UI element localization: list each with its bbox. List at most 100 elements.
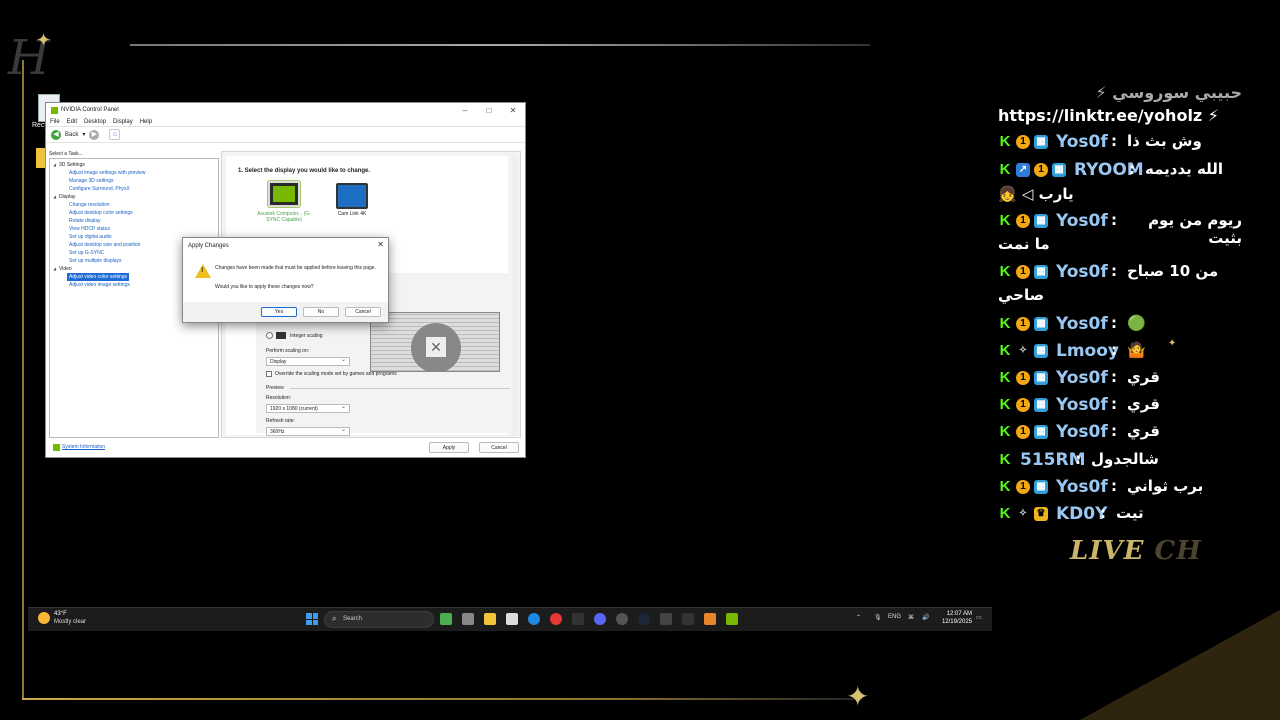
- k-badge-icon: K: [998, 315, 1012, 332]
- notification-icon[interactable]: ▭: [976, 614, 982, 621]
- apply-button[interactable]: Apply: [429, 442, 469, 453]
- chat-link-line: https://linktr.ee/yoholz ⚡: [998, 106, 1220, 125]
- sub-badge-icon: ▦: [1034, 265, 1048, 279]
- store-icon[interactable]: [506, 613, 518, 625]
- chat-username[interactable]: Yos0f: [1056, 211, 1108, 231]
- steam-icon[interactable]: [638, 613, 650, 625]
- refresh-rate-select[interactable]: 360Hz: [266, 426, 350, 436]
- system-information-link[interactable]: System Information: [62, 444, 105, 450]
- tree-item[interactable]: Change resolution: [53, 201, 215, 209]
- back-arrow-icon[interactable]: ◀: [51, 129, 61, 140]
- menu-desktop[interactable]: Desktop: [84, 119, 106, 125]
- chat-username[interactable]: Yos0f: [1056, 368, 1108, 388]
- monitor-icon[interactable]: [336, 183, 368, 209]
- chat-username[interactable]: Lmooy: [1056, 341, 1119, 361]
- one-badge-icon: 1: [1016, 398, 1030, 412]
- chevron-down-icon[interactable]: ▾: [82, 131, 85, 138]
- yes-button[interactable]: Yes: [261, 307, 297, 317]
- chat-text: ما نمت: [998, 235, 1050, 253]
- tree-item-selected[interactable]: Adjust video color settings: [67, 273, 130, 281]
- resolution-select[interactable]: 1920 x 1080 (current): [266, 403, 350, 413]
- override-checkbox[interactable]: [266, 371, 272, 377]
- star-icon: ✦: [36, 30, 52, 51]
- refresh-rate-label: Refresh rate:: [266, 418, 295, 424]
- tree-item[interactable]: Manage 3D settings: [53, 177, 215, 185]
- star-icon: ✦: [846, 680, 870, 713]
- integer-scaling-icon: [276, 332, 286, 339]
- volume-icon[interactable]: 🔊: [922, 614, 929, 621]
- monitor-icon[interactable]: [268, 181, 300, 207]
- tree-item[interactable]: Configure Surround, PhysX: [53, 185, 215, 193]
- tree-category-3d[interactable]: 3D Settings: [53, 161, 215, 169]
- settings-icon[interactable]: [616, 613, 628, 625]
- tree-item[interactable]: Adjust desktop color settings: [53, 209, 215, 217]
- discord-icon[interactable]: [594, 613, 606, 625]
- no-button[interactable]: No: [303, 307, 339, 317]
- chat-username[interactable]: Yos0f: [1056, 477, 1108, 497]
- tree-item[interactable]: Adjust image settings with preview: [53, 169, 215, 177]
- chevron-up-icon[interactable]: ⌃: [856, 614, 861, 621]
- app-icon[interactable]: [682, 613, 694, 625]
- gold-corner-decoration: [1080, 610, 1280, 720]
- back-button[interactable]: Back: [65, 132, 78, 138]
- chat-username[interactable]: Yos0f: [1056, 422, 1108, 442]
- one-badge-icon: 1: [1016, 425, 1030, 439]
- one-badge-icon: 1: [1016, 371, 1030, 385]
- forward-arrow-icon[interactable]: ▶: [89, 129, 100, 140]
- minimize-button[interactable]: –: [453, 106, 477, 115]
- tree-item[interactable]: Rotate display: [53, 217, 215, 225]
- epic-games-icon[interactable]: [572, 613, 584, 625]
- chat-username[interactable]: Yos0f: [1056, 395, 1108, 415]
- close-button[interactable]: ✕: [501, 106, 525, 115]
- chat-username[interactable]: Yos0f: [1056, 132, 1108, 152]
- clock-date[interactable]: 12/19/2025: [934, 619, 972, 625]
- home-icon[interactable]: ⌂: [109, 129, 121, 140]
- chat-message: K ✧ ▦ Lmooy : 🤷: [998, 341, 1242, 363]
- one-badge-icon: 1: [1016, 317, 1030, 331]
- display-label: Asustek Computer... (G-SYNC Capable): [257, 211, 311, 223]
- language-indicator[interactable]: ENG: [888, 614, 901, 620]
- dialog-title: Apply Changes: [188, 243, 229, 249]
- app-icon[interactable]: [660, 613, 672, 625]
- scrollbar[interactable]: [512, 156, 518, 436]
- weather-icon[interactable]: [38, 612, 50, 624]
- file-explorer-icon[interactable]: [484, 613, 496, 625]
- windows-start-icon[interactable]: [306, 613, 318, 625]
- chat-username[interactable]: Yos0f: [1056, 262, 1108, 282]
- nvidia-taskbar-icon[interactable]: [726, 613, 738, 625]
- chat-text: قري: [1127, 395, 1160, 413]
- chat-message: يارب ◁ 👧: [998, 185, 1242, 207]
- maximize-button[interactable]: □: [477, 106, 501, 115]
- integer-scaling-radio[interactable]: [266, 332, 273, 339]
- chrome-icon[interactable]: [550, 613, 562, 625]
- edge-icon[interactable]: [528, 613, 540, 625]
- task-view-icon[interactable]: [462, 613, 474, 625]
- menu-edit[interactable]: Edit: [67, 119, 77, 125]
- sub-badge-icon: ▦: [1034, 214, 1048, 228]
- network-icon[interactable]: ⌘: [908, 614, 914, 621]
- app-icon[interactable]: [704, 613, 716, 625]
- chat-separator: :: [1129, 160, 1135, 178]
- close-icon[interactable]: ✕: [377, 240, 384, 249]
- bottom-bar: System Information Apply Cancel: [46, 439, 525, 457]
- tree-category-display[interactable]: Display: [53, 193, 215, 201]
- clock-time[interactable]: 12:07 AM: [942, 611, 972, 617]
- chat-partial-line: حبيبي سوروسي ⚡: [1095, 83, 1242, 102]
- tree-item[interactable]: View HDCP status: [53, 225, 215, 233]
- menu-display[interactable]: Display: [113, 119, 133, 125]
- menu-file[interactable]: File: [50, 119, 60, 125]
- taskbar: 43°F Mostly clear ⌕ Search ⌃ 🎙 ENG ⌘ 🔊 1…: [28, 607, 992, 631]
- microphone-icon[interactable]: 🎙: [874, 614, 882, 621]
- chat-separator: :: [1111, 314, 1117, 332]
- app-icon[interactable]: [440, 613, 452, 625]
- perform-scaling-select[interactable]: Display: [266, 356, 350, 366]
- chat-username[interactable]: Yos0f: [1056, 314, 1108, 334]
- sub-badge-icon: ▦: [1034, 398, 1048, 412]
- taskbar-search[interactable]: ⌕ Search: [324, 611, 434, 628]
- one-badge-icon: 1: [1034, 163, 1048, 177]
- nvidia-logo-icon: [53, 444, 60, 451]
- dialog-cancel-button[interactable]: Cancel: [345, 307, 381, 317]
- wave-badge-icon: ✧: [1018, 345, 1028, 356]
- menu-help[interactable]: Help: [140, 119, 152, 125]
- cancel-button[interactable]: Cancel: [479, 442, 519, 453]
